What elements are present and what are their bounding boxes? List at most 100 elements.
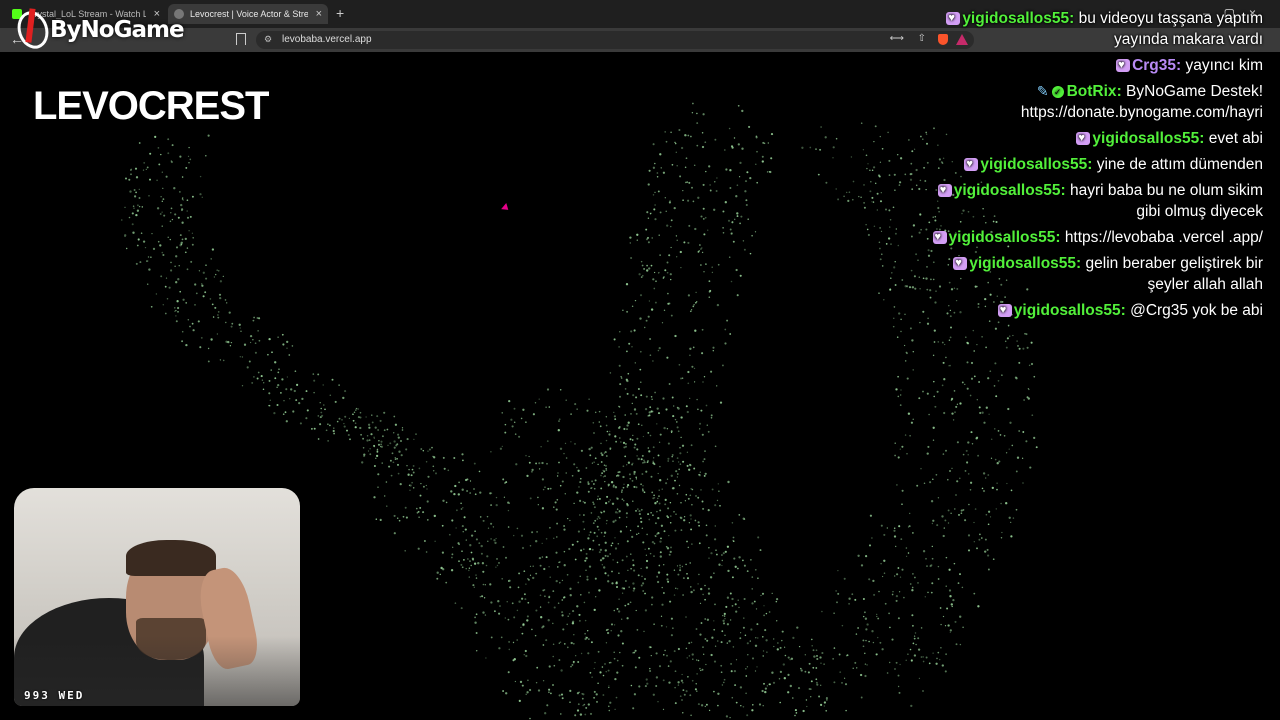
particle-dot: [189, 158, 192, 161]
particle-dot: [615, 585, 619, 589]
particle-dot: [170, 212, 172, 214]
particle-dot: [501, 412, 503, 414]
particle-dot: [619, 530, 623, 533]
particle-dot: [730, 670, 733, 673]
particle-dot: [648, 300, 651, 302]
particle-dot: [710, 552, 713, 555]
particle-dot: [616, 607, 619, 610]
particle-dot: [966, 361, 969, 364]
particle-dot: [192, 329, 195, 332]
particle-dot: [464, 528, 467, 531]
heart-badge-icon: [946, 8, 961, 29]
particle-dot: [879, 227, 881, 229]
particle-dot: [636, 533, 638, 536]
particle-dot: [552, 622, 554, 625]
particle-dot: [601, 472, 603, 474]
particle-dot: [695, 495, 697, 497]
chat-username[interactable]: yigidosallos55: [969, 255, 1076, 272]
particle-dot: [680, 529, 683, 531]
site-info-icon[interactable]: ⚙: [264, 34, 272, 45]
chat-username[interactable]: Crg35: [1132, 57, 1176, 74]
particle-dot: [626, 504, 629, 507]
particle-dot: [538, 398, 540, 400]
particle-dot: [639, 517, 642, 520]
particle-dot: [212, 316, 215, 318]
particle-dot: [461, 525, 464, 528]
particle-dot: [147, 260, 149, 262]
particle-dot: [670, 617, 673, 620]
particle-dot: [711, 488, 714, 491]
particle-dot: [911, 589, 914, 592]
particle-dot: [624, 604, 627, 607]
particle-dot: [862, 615, 865, 618]
chat-username[interactable]: yigidosallos55: [962, 10, 1069, 27]
particle-dot: [659, 433, 662, 436]
particle-dot: [986, 548, 989, 551]
particle-dot: [670, 225, 672, 228]
new-tab-button[interactable]: +: [336, 5, 344, 21]
particle-dot: [593, 531, 596, 534]
tab-levocrest[interactable]: Levocrest | Voice Actor & Streamer ×: [168, 4, 328, 24]
particle-dot: [768, 170, 771, 173]
particle-dot: [162, 303, 165, 306]
particle-dot: [205, 264, 207, 266]
translate-icon[interactable]: ⟷: [890, 33, 904, 44]
particle-dot: [675, 470, 678, 473]
particle-dot: [795, 712, 798, 714]
particle-dot: [276, 386, 278, 388]
particle-dot: [685, 405, 688, 408]
particle-dot: [692, 102, 694, 105]
particle-dot: [912, 369, 914, 371]
close-tab-icon[interactable]: ×: [316, 4, 322, 24]
particle-dot: [191, 243, 194, 246]
particle-dot: [580, 652, 583, 655]
particle-dot: [609, 499, 611, 501]
particle-dot: [642, 274, 644, 277]
particle-dot: [319, 402, 321, 404]
chat-username[interactable]: yigidosallos55: [949, 229, 1056, 246]
bookmark-icon[interactable]: [236, 33, 246, 45]
particle-dot: [920, 467, 922, 470]
particle-dot: [697, 703, 700, 706]
particle-dot: [944, 519, 947, 522]
particle-dot: [498, 647, 501, 650]
particle-dot: [835, 188, 837, 190]
particle-dot: [875, 653, 878, 656]
particle-dot: [832, 658, 834, 660]
chat-username[interactable]: yigidosallos55: [954, 182, 1061, 199]
particle-dot: [713, 660, 717, 663]
particle-dot: [177, 278, 180, 281]
url-text[interactable]: levobaba.vercel.app: [282, 34, 372, 45]
particle-dot: [672, 460, 674, 463]
chat-username[interactable]: yigidosallos55: [1092, 130, 1199, 147]
particle-dot: [611, 570, 613, 573]
particle-dot: [951, 467, 953, 469]
particle-dot: [454, 484, 457, 488]
particle-dot: [148, 268, 151, 271]
particle-dot: [555, 551, 558, 554]
particle-dot: [377, 486, 379, 488]
chat-username[interactable]: yigidosallos55: [1014, 302, 1121, 319]
particle-dot: [268, 337, 271, 341]
particle-dot: [959, 573, 961, 576]
chat-message: Crg35: yayıncı kim: [913, 55, 1263, 76]
particle-dot: [640, 508, 643, 511]
particle-dot: [704, 638, 707, 640]
particle-dot: [977, 605, 980, 608]
particle-dot: [862, 645, 865, 648]
particle-dot: [854, 598, 857, 601]
particle-dot: [670, 430, 673, 433]
address-bar[interactable]: ⚙ levobaba.vercel.app ⟷ ⇧: [256, 31, 974, 49]
particle-dot: [809, 688, 812, 690]
particle-dot: [763, 605, 765, 607]
particle-dot: [911, 624, 914, 627]
particle-dot: [353, 411, 356, 413]
particle-dot: [687, 675, 689, 678]
particle-dot: [819, 656, 822, 659]
particle-dot: [720, 554, 723, 556]
chat-username[interactable]: yigidosallos55: [980, 156, 1087, 173]
particle-dot: [740, 704, 742, 707]
particle-dot: [175, 315, 177, 317]
chat-username[interactable]: BotRix: [1067, 83, 1117, 100]
particle-dot: [532, 576, 535, 580]
